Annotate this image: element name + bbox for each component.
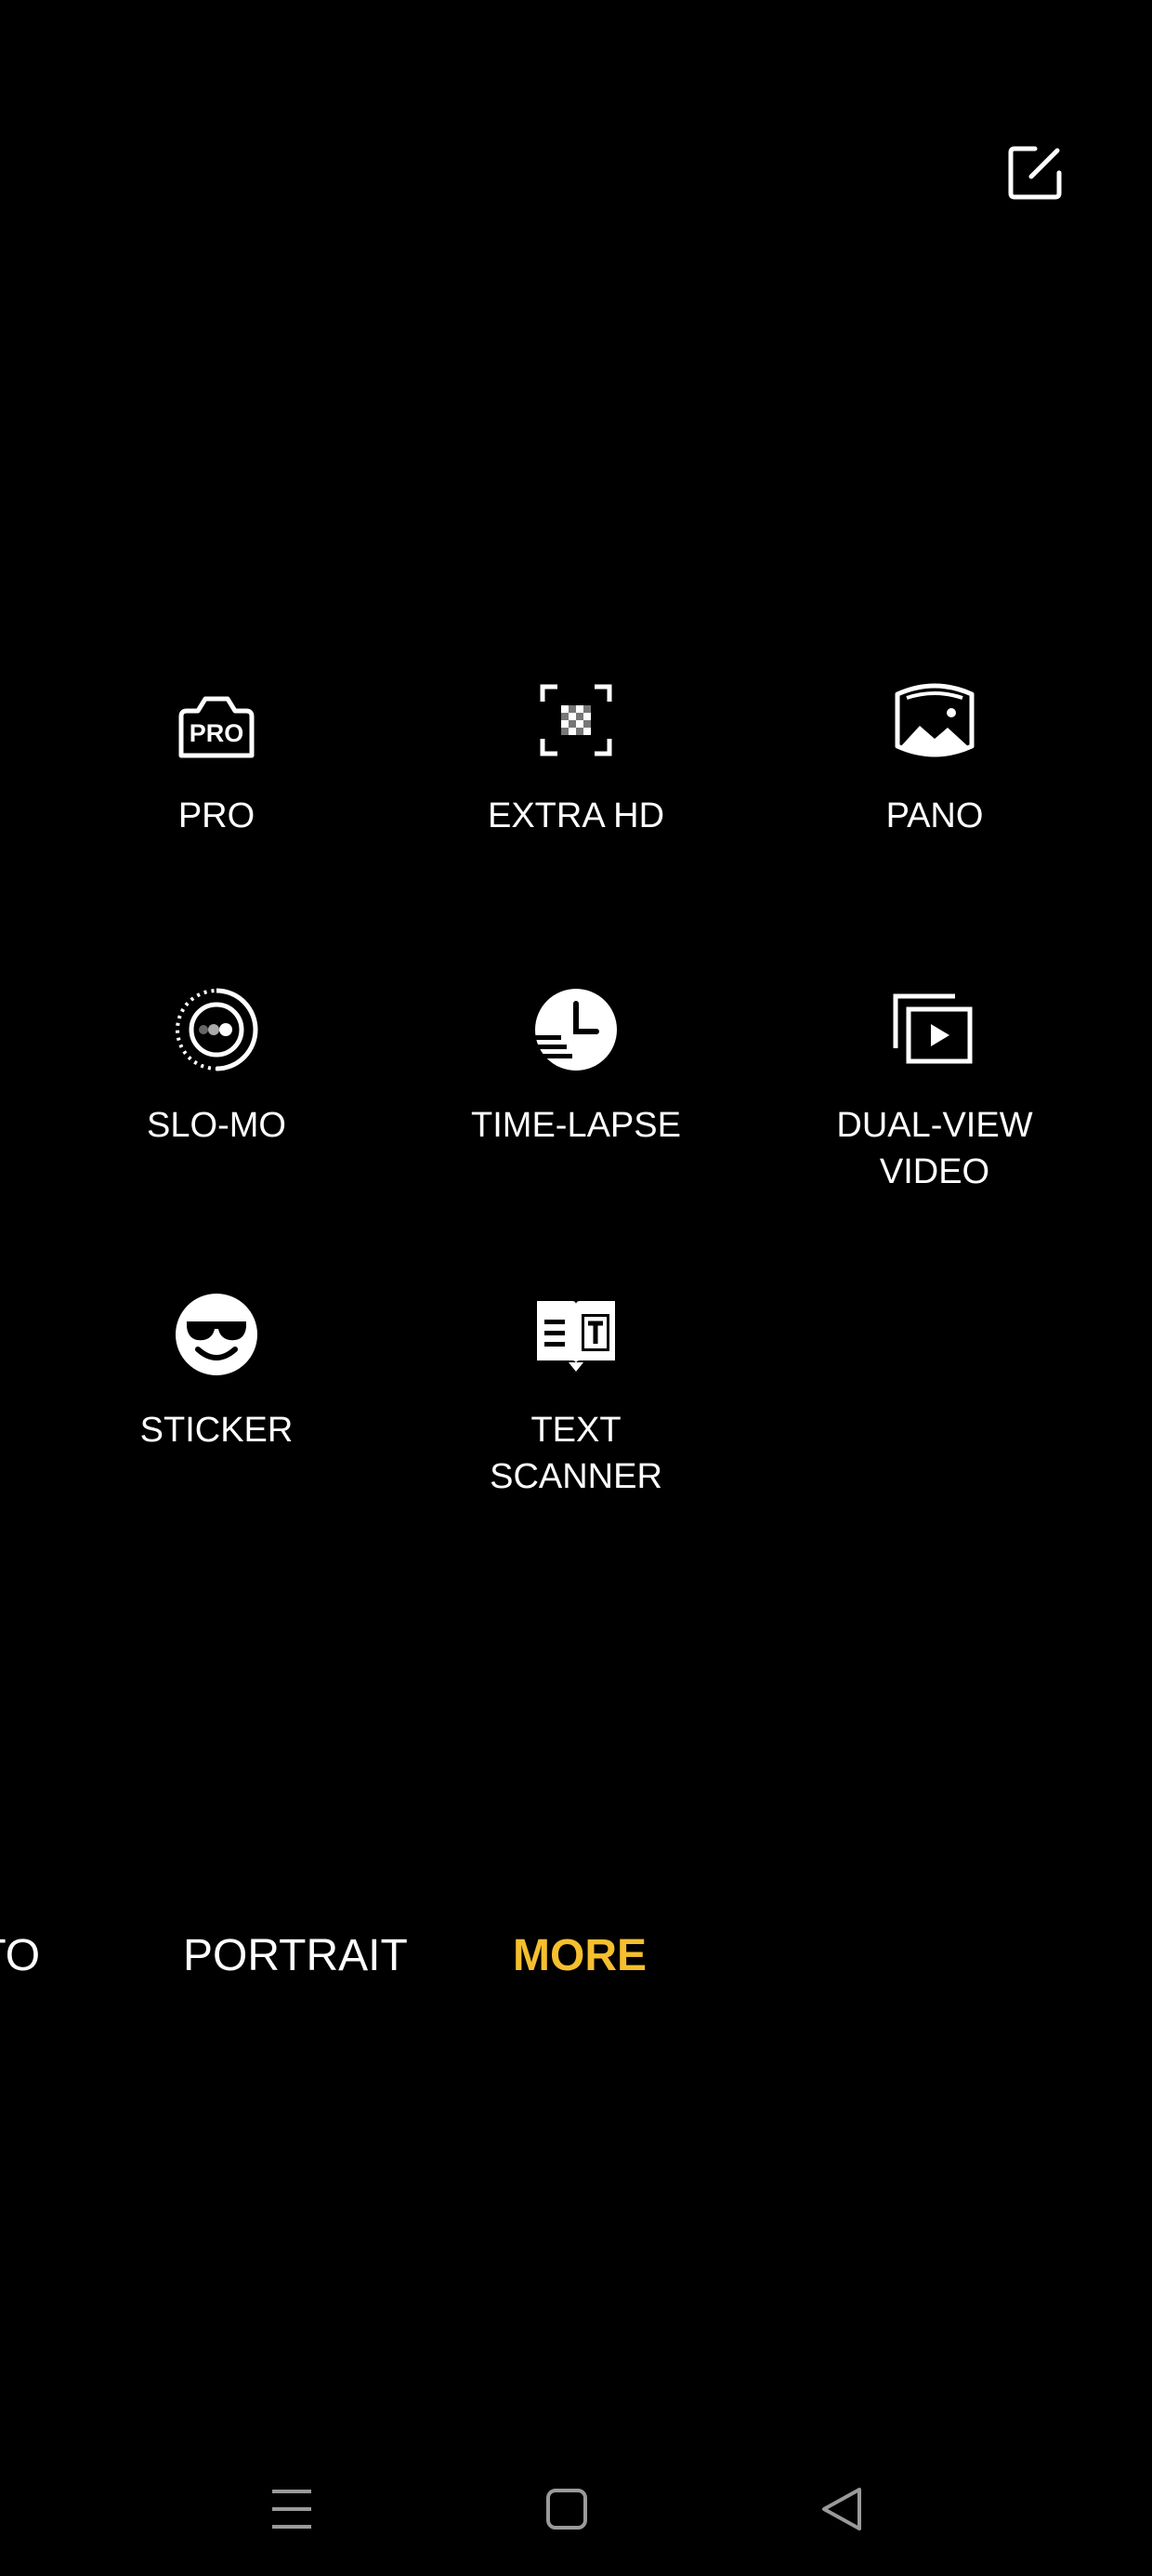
mode-text-scanner[interactable]: TEXT SCANNER <box>437 1288 715 1500</box>
mode-label: PANO <box>885 796 984 835</box>
back-triangle-icon <box>822 2488 861 2530</box>
mode-sticker[interactable]: STICKER <box>77 1288 356 1453</box>
tab-portrait[interactable]: PORTRAIT <box>183 1924 408 1989</box>
home-button[interactable] <box>520 2463 613 2556</box>
mode-tabs: OTO PORTRAIT MORE <box>0 1924 1152 1989</box>
extra-hd-grid-icon <box>530 674 622 767</box>
edit-square-icon <box>1008 146 1062 200</box>
mode-time-lapse[interactable]: TIME-LAPSE <box>437 983 715 1149</box>
sunglasses-smiley-icon <box>170 1288 263 1381</box>
mode-label: STICKER <box>139 1411 294 1450</box>
mode-label: SLO-MO <box>147 1106 286 1145</box>
mode-dual-view-video[interactable]: DUAL-VIEW VIDEO <box>795 983 1074 1195</box>
mode-label: TEXT SCANNER <box>490 1407 662 1500</box>
edit-button[interactable] <box>1005 141 1067 203</box>
mode-pro[interactable]: PRO PRO <box>77 674 356 839</box>
mode-label-line: TEXT <box>530 1411 622 1450</box>
mode-label: EXTRA HD <box>487 796 665 835</box>
slow-motion-icon <box>170 983 263 1076</box>
svg-text:PRO: PRO <box>190 719 244 747</box>
mode-pano[interactable]: PANO <box>795 674 1074 839</box>
mode-label: PRO <box>177 796 255 835</box>
back-button[interactable] <box>795 2463 888 2556</box>
tab-more[interactable]: MORE <box>513 1924 647 1989</box>
mode-extra-hd[interactable]: EXTRA HD <box>437 674 715 839</box>
dual-view-video-icon <box>888 983 981 1076</box>
tab-photo[interactable]: OTO <box>0 1924 40 1989</box>
menu-lines-icon <box>272 2490 311 2529</box>
panorama-icon <box>888 674 981 767</box>
pro-camera-icon: PRO <box>170 674 263 767</box>
mode-label-line: SCANNER <box>490 1457 662 1496</box>
home-square-icon <box>546 2489 587 2530</box>
mode-label-line: VIDEO <box>879 1152 990 1191</box>
mode-slo-mo[interactable]: SLO-MO <box>77 983 356 1149</box>
system-navigation-bar <box>0 2463 1152 2556</box>
time-lapse-clock-icon <box>530 983 622 1076</box>
recent-apps-button[interactable] <box>245 2463 338 2556</box>
text-scanner-book-icon <box>530 1288 622 1381</box>
mode-label-line: DUAL-VIEW <box>836 1106 1033 1145</box>
mode-label: DUAL-VIEW VIDEO <box>836 1102 1032 1195</box>
mode-label: TIME-LAPSE <box>471 1106 681 1145</box>
